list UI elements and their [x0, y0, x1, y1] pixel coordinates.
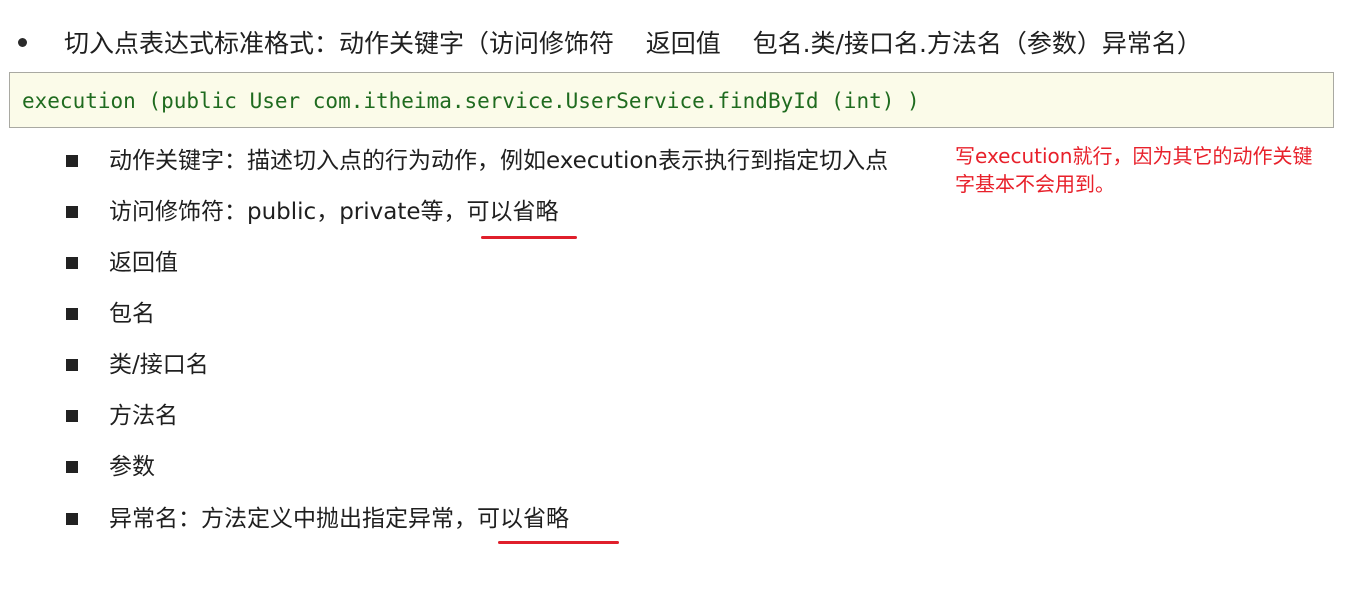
square-bullet-icon [66, 206, 78, 218]
pointcut-format-heading: 切入点表达式标准格式：动作关键字（访问修饰符 返回值 包名.类/接口名.方法名（… [64, 29, 1202, 58]
square-bullet-icon [66, 513, 78, 525]
square-bullet-icon [66, 359, 78, 371]
list-item-highlight: 可以省略 [466, 199, 559, 225]
square-bullet-icon [66, 308, 78, 320]
list-item-text: 类/接口名 [109, 352, 209, 378]
list-item-text: 返回值 [109, 250, 178, 276]
list-item-text: 访问修饰符：public，private等，可以省略 [109, 199, 559, 225]
square-bullet-icon [66, 257, 78, 269]
red-annotation-note: 写execution就行，因为其它的动作关键字基本不会用到。 [955, 144, 1313, 196]
code-line: execution (public User com.itheima.servi… [22, 89, 920, 113]
list-item-text: 方法名 [109, 403, 178, 429]
list-item-text: 动作关键字：描述切入点的行为动作，例如execution表示执行到指定切入点 [109, 148, 889, 174]
red-underline-mark [498, 541, 619, 544]
list-item-text: 包名 [109, 301, 155, 327]
bullet-dot-icon [18, 38, 27, 47]
red-underline-mark [481, 236, 577, 239]
square-bullet-icon [66, 461, 78, 473]
code-block: execution (public User com.itheima.servi… [9, 72, 1334, 128]
list-item-highlight: 可以省略 [477, 506, 569, 532]
square-bullet-icon [66, 410, 78, 422]
list-item-text: 异常名：方法定义中抛出指定异常，可以省略 [109, 506, 569, 532]
list-item-text: 参数 [109, 454, 155, 480]
square-bullet-icon [66, 155, 78, 167]
